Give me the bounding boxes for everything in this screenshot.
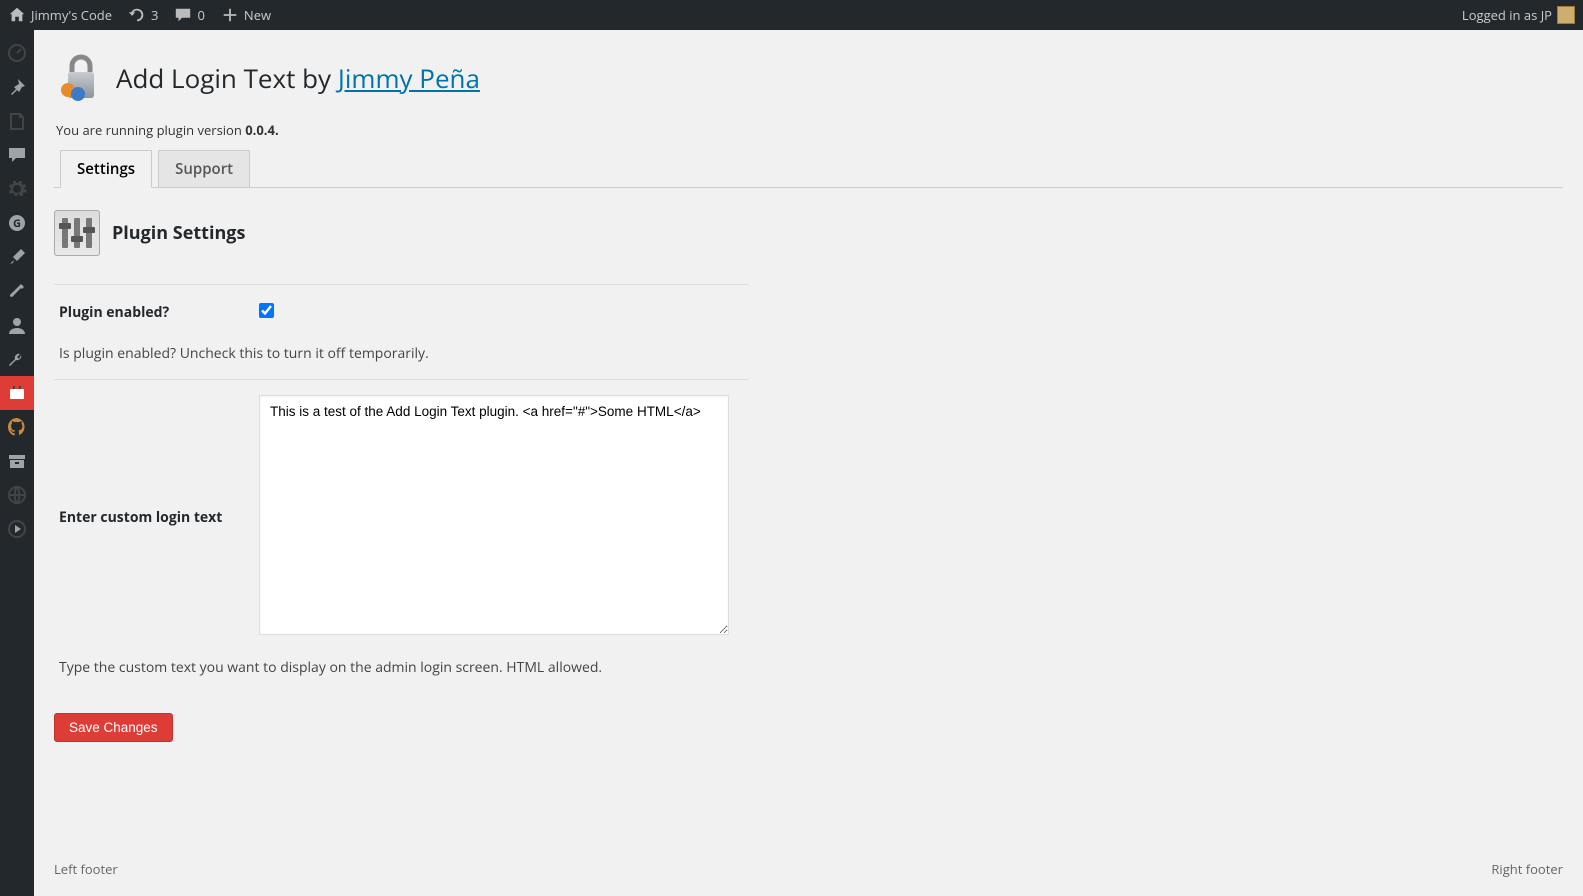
comment-icon <box>174 6 192 24</box>
page-heading: Add Login Text by Jimmy Peña <box>54 50 1563 105</box>
brush-icon <box>7 281 27 301</box>
login-text-textarea[interactable] <box>259 395 729 635</box>
author-link[interactable]: Jimmy Peña <box>338 60 480 96</box>
home-icon <box>8 6 26 24</box>
sidebar-github[interactable] <box>0 410 34 444</box>
sidebar-comments[interactable] <box>0 138 34 172</box>
avatar <box>1557 6 1575 24</box>
plugin-icon <box>7 383 27 403</box>
new-label: New <box>244 6 271 24</box>
update-icon <box>128 6 146 24</box>
save-button[interactable]: Save Changes <box>54 713 173 742</box>
new-content-link[interactable]: New <box>221 6 271 24</box>
enabled-checkbox[interactable] <box>259 303 274 318</box>
sidebar-brush[interactable] <box>0 274 34 308</box>
pages-icon <box>7 111 27 131</box>
sidebar-dashboard[interactable] <box>0 36 34 70</box>
svg-text:G: G <box>13 216 21 231</box>
circle-g-icon: G <box>7 213 27 233</box>
pin-icon <box>7 77 27 97</box>
play-icon <box>7 519 27 539</box>
account-link[interactable]: Logged in as JP <box>1462 6 1575 24</box>
sidebar-tools[interactable] <box>0 240 34 274</box>
tab-support[interactable]: Support <box>158 150 250 187</box>
sidebar-wrench[interactable] <box>0 342 34 376</box>
github-icon <box>7 417 27 437</box>
tabs: SettingsSupport <box>54 149 1563 188</box>
login-text-description: Type the custom text you want to display… <box>54 654 749 693</box>
sidebar-globe[interactable] <box>0 478 34 512</box>
settings-icon <box>7 179 27 199</box>
sidebar-pin[interactable] <box>0 70 34 104</box>
section-heading: Plugin Settings <box>54 210 1563 256</box>
updates-link[interactable]: 3 <box>128 6 158 24</box>
wrench-icon <box>7 349 27 369</box>
globe-icon <box>7 485 27 505</box>
admin-top-bar: Jimmy's Code 3 0 New Logged in as JP <box>0 0 1583 30</box>
main-content: Add Login Text by Jimmy Peña You are run… <box>34 30 1583 896</box>
admin-footer: Left footer Right footer <box>54 846 1563 896</box>
footer-right: Right footer <box>1491 860 1563 878</box>
footer-left: Left footer <box>54 860 118 878</box>
tab-settings[interactable]: Settings <box>60 150 152 188</box>
archive-icon <box>7 451 27 471</box>
enabled-label: Plugin enabled? <box>54 285 254 341</box>
login-text-label: Enter custom login text <box>54 380 254 655</box>
page-title: Add Login Text by Jimmy Peña <box>116 60 480 96</box>
sidebar-settings[interactable] <box>0 172 34 206</box>
sidebar-archive[interactable] <box>0 444 34 478</box>
admin-sidebar: G <box>0 30 34 896</box>
sidebar-pages[interactable] <box>0 104 34 138</box>
sliders-icon <box>54 210 100 256</box>
updates-count: 3 <box>151 6 158 24</box>
plus-icon <box>221 6 239 24</box>
logged-in-label: Logged in as JP <box>1462 6 1552 24</box>
tools-icon <box>7 247 27 267</box>
user-icon <box>7 315 27 335</box>
settings-form: Plugin enabled? Is plugin enabled? Unche… <box>54 284 749 693</box>
dashboard-icon <box>7 43 27 63</box>
comments-count: 0 <box>197 6 204 24</box>
plugin-header-icon <box>54 50 104 105</box>
section-title: Plugin Settings <box>112 221 245 245</box>
site-name: Jimmy's Code <box>31 6 112 24</box>
sidebar-plugin[interactable] <box>0 376 34 410</box>
sidebar-play[interactable] <box>0 512 34 546</box>
comments-link[interactable]: 0 <box>174 6 204 24</box>
comments-icon <box>7 145 27 165</box>
sidebar-circle-g[interactable]: G <box>0 206 34 240</box>
version-note: You are running plugin version 0.0.4. <box>56 121 1563 139</box>
sidebar-user[interactable] <box>0 308 34 342</box>
enabled-description: Is plugin enabled? Uncheck this to turn … <box>54 340 749 380</box>
site-home-link[interactable]: Jimmy's Code <box>8 6 112 24</box>
